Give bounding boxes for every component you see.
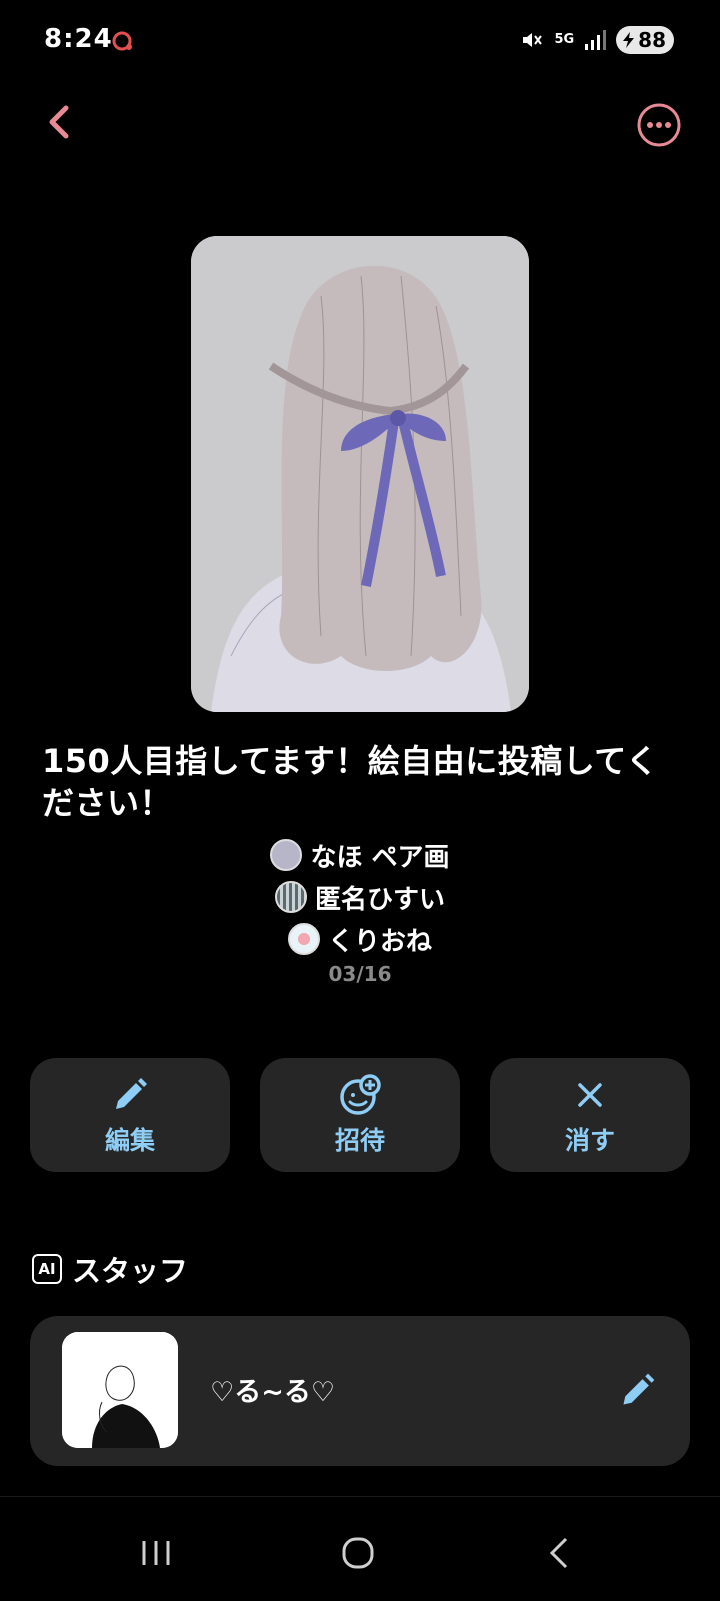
- staff-section-header: AI スタッフ: [32, 1248, 188, 1290]
- battery-level: 88: [638, 28, 666, 52]
- member-item[interactable]: なほ ペア画: [0, 834, 720, 876]
- more-options-icon: [637, 103, 681, 147]
- ai-badge: AI: [32, 1254, 62, 1284]
- back-button[interactable]: [38, 100, 82, 144]
- chevron-left-icon: [49, 105, 69, 139]
- staff-edit-button[interactable]: [618, 1370, 658, 1410]
- avatar: [274, 881, 307, 913]
- member-item[interactable]: 匿名ひすい: [0, 876, 720, 918]
- more-options-button[interactable]: [636, 102, 682, 148]
- pencil-icon: [623, 1373, 655, 1405]
- mute-icon: [523, 33, 543, 47]
- action-bar: 編集 招待 消す: [30, 1058, 690, 1172]
- staff-name: ♡る~る♡: [210, 1377, 336, 1408]
- home-icon: [342, 1537, 374, 1569]
- chat-title: 150人目指してます！絵自由に投稿してください！: [42, 742, 659, 822]
- staff-card[interactable]: ♡る~る♡: [30, 1316, 690, 1466]
- delete-button[interactable]: 消す: [490, 1058, 690, 1172]
- home-button[interactable]: [338, 1535, 378, 1571]
- chat-cover-image[interactable]: [191, 236, 529, 712]
- avatar-illustration: [62, 1332, 178, 1448]
- battery-indicator: 88: [616, 26, 674, 54]
- member-list: なほ ペア画 匿名ひすい くりおね 03/16: [0, 834, 720, 986]
- edit-label: 編集: [104, 1126, 155, 1155]
- section-title: スタッフ: [72, 1254, 189, 1288]
- recent-apps-button[interactable]: [136, 1535, 176, 1571]
- avatar: [270, 839, 303, 871]
- pencil-icon: [116, 1078, 147, 1109]
- staff-avatar: [62, 1332, 178, 1448]
- member-name: 匿名ひすい: [314, 884, 445, 915]
- status-time: 8:24: [44, 24, 113, 54]
- back-arrow-icon: [549, 1537, 568, 1569]
- invite-button[interactable]: 招待: [260, 1058, 460, 1172]
- edit-button[interactable]: 編集: [30, 1058, 230, 1172]
- member-name: なほ ペア画: [310, 842, 450, 873]
- charging-icon: [623, 32, 635, 48]
- system-navigation-bar: [0, 1496, 720, 1601]
- network-type: 5G: [554, 32, 575, 47]
- signal-icon: [585, 30, 607, 50]
- status-icons: 5G 88: [520, 26, 674, 54]
- member-name: くりおね: [327, 926, 432, 957]
- recent-apps-icon: [142, 1541, 170, 1565]
- status-bar: 8:24 5G 88: [0, 0, 720, 84]
- add-person-icon: [340, 1074, 381, 1115]
- illustration-girl-back-view: [191, 236, 529, 712]
- member-item[interactable]: くりおね: [0, 918, 720, 960]
- chat-date: 03/16: [328, 962, 392, 986]
- invite-label: 招待: [334, 1126, 385, 1155]
- delete-label: 消す: [564, 1126, 615, 1155]
- system-back-button[interactable]: [540, 1535, 580, 1571]
- avatar: [287, 923, 320, 955]
- close-icon: [578, 1083, 602, 1107]
- screen-recording-icon: [112, 31, 132, 51]
